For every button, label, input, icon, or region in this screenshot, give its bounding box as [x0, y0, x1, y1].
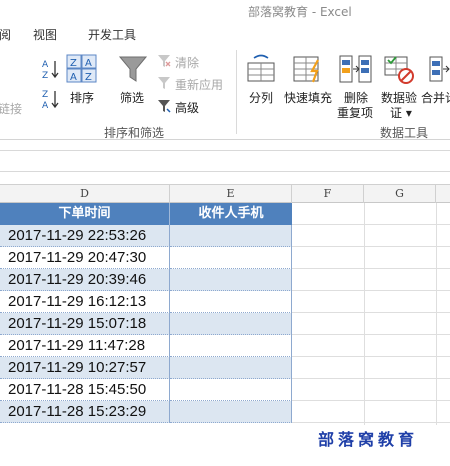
filter-button[interactable]: 筛选	[120, 89, 144, 106]
data-validation-icon	[384, 56, 414, 84]
reapply-button[interactable]: 重新应用	[175, 76, 223, 93]
recipient-phone-cell[interactable]	[170, 269, 292, 291]
gridline	[292, 246, 450, 247]
svg-text:Z: Z	[85, 72, 92, 83]
gridline	[292, 422, 450, 423]
ribbon: 链接 A Z Z A Z A A Z 排序 筛选 清除 重新应用 高级 排序和筛…	[0, 46, 450, 140]
order-time-cell[interactable]: 2017-11-29 20:47:30	[0, 247, 170, 269]
data-tools-group-label: 数据工具	[380, 126, 429, 140]
reapply-icon	[158, 77, 170, 89]
order-time-cell[interactable]: 2017-11-28 15:23:29	[0, 401, 170, 423]
order-time-cell[interactable]: 2017-11-29 16:12:13	[0, 291, 170, 313]
advanced-filter-icon	[158, 100, 171, 113]
header-recipient-phone[interactable]: 收件人手机	[170, 203, 292, 225]
consolidate-icon	[429, 56, 450, 82]
sort-dialog-icon[interactable]: Z A A Z	[66, 54, 98, 84]
recipient-phone-cell[interactable]	[170, 247, 292, 269]
order-time-cell[interactable]: 2017-11-29 11:47:28	[0, 335, 170, 357]
svg-text:Z: Z	[42, 71, 48, 80]
column-header-d[interactable]: D	[0, 185, 170, 203]
clear-filter-icon	[158, 55, 171, 67]
svg-text:Z: Z	[70, 58, 77, 69]
recipient-phone-cell[interactable]	[170, 357, 292, 379]
tab-review[interactable]: 阅	[0, 26, 11, 43]
data-validation-button-line2[interactable]: 证 ▾	[390, 104, 412, 121]
column-header-e[interactable]: E	[170, 185, 292, 203]
gridline	[436, 203, 437, 425]
svg-text:A: A	[42, 101, 49, 110]
sort-a-z-icon[interactable]: A Z	[42, 58, 60, 80]
order-time-cell[interactable]: 2017-11-29 10:27:57	[0, 357, 170, 379]
order-time-cell[interactable]: 2017-11-29 15:07:18	[0, 313, 170, 335]
recipient-phone-cell[interactable]	[170, 335, 292, 357]
svg-text:Z: Z	[42, 90, 48, 100]
order-time-cell[interactable]: 2017-11-29 22:53:26	[0, 225, 170, 247]
column-header-f[interactable]: F	[292, 185, 364, 203]
remove-duplicates-icon	[339, 55, 372, 83]
header-order-time[interactable]: 下单时间	[0, 203, 170, 225]
svg-text:A: A	[70, 72, 77, 83]
window-title: 部落窝教育 - Excel	[248, 5, 352, 19]
edit-links-button[interactable]: 链接	[0, 100, 22, 117]
sort-filter-group-label: 排序和筛选	[104, 126, 165, 140]
gridline	[292, 400, 450, 401]
flash-fill-button[interactable]: 快速填充	[284, 89, 332, 106]
sort-button[interactable]: 排序	[70, 89, 94, 106]
order-time-cell[interactable]: 2017-11-28 15:45:50	[0, 379, 170, 401]
column-header-g[interactable]: G	[364, 185, 436, 203]
column-headers: D E F G	[0, 184, 450, 203]
clear-button[interactable]: 清除	[175, 54, 199, 71]
watermark: 部落窝教育	[318, 430, 419, 449]
tab-developer[interactable]: 开发工具	[88, 26, 136, 43]
gridline	[364, 203, 365, 425]
svg-text:A: A	[85, 58, 92, 69]
gridline	[292, 224, 450, 225]
tab-view[interactable]: 视图	[33, 26, 57, 43]
recipient-phone-cell[interactable]	[170, 401, 292, 423]
formula-bar-area	[0, 140, 450, 182]
formula-bar[interactable]	[0, 150, 450, 172]
text-to-columns-button[interactable]: 分列	[249, 89, 273, 106]
recipient-phone-cell[interactable]	[170, 225, 292, 247]
gridline	[292, 290, 450, 291]
gridline	[292, 356, 450, 357]
title-bar: 部落窝教育 - Excel	[0, 0, 450, 20]
gridline	[292, 312, 450, 313]
recipient-phone-cell[interactable]	[170, 291, 292, 313]
flash-fill-icon	[293, 56, 319, 83]
order-time-cell[interactable]: 2017-11-29 20:39:46	[0, 269, 170, 291]
ribbon-tabs: 阅 视图 开发工具	[0, 20, 450, 46]
recipient-phone-cell[interactable]	[170, 313, 292, 335]
gridline	[292, 334, 450, 335]
group-divider	[236, 50, 237, 134]
filter-funnel-icon[interactable]	[118, 54, 148, 84]
consolidate-button[interactable]: 合并计	[421, 89, 450, 106]
text-to-columns-icon	[247, 54, 275, 82]
gridline	[292, 378, 450, 379]
svg-text:A: A	[42, 60, 49, 70]
gridline	[292, 268, 450, 269]
remove-duplicates-button-line2[interactable]: 重复项	[337, 104, 373, 121]
advanced-button[interactable]: 高级	[175, 99, 199, 116]
recipient-phone-cell[interactable]	[170, 379, 292, 401]
sort-z-a-icon[interactable]: Z A	[42, 88, 60, 110]
